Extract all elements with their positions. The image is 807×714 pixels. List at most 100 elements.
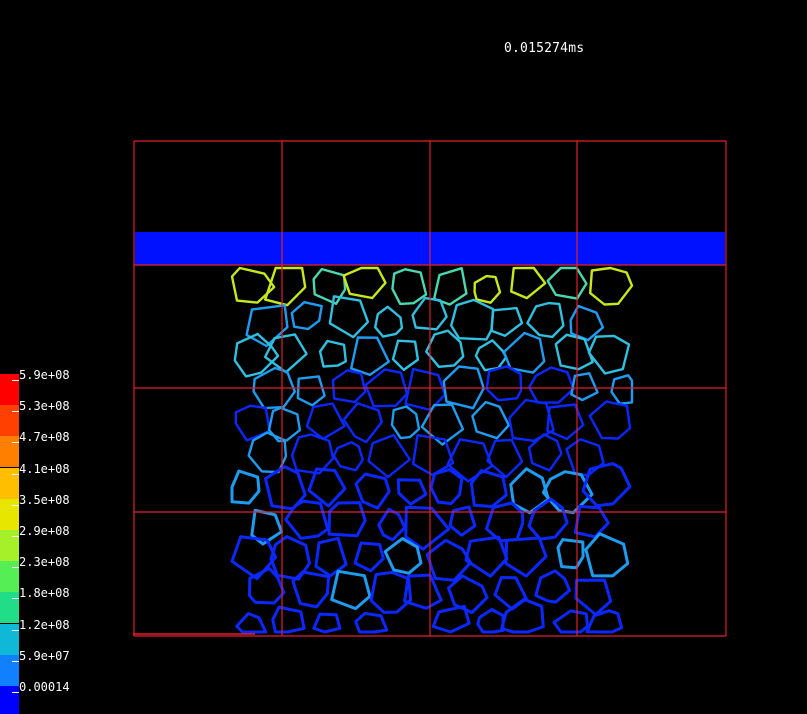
foam-cell xyxy=(230,469,261,505)
foam-cell xyxy=(312,267,347,305)
foam-cell xyxy=(296,375,326,407)
foam-cell xyxy=(354,611,389,634)
foam-cell xyxy=(396,478,428,506)
domain-grid xyxy=(133,140,727,637)
foam-cell xyxy=(390,405,421,440)
legend-swatch xyxy=(0,654,19,686)
foam-cell xyxy=(534,569,572,604)
legend-tick xyxy=(12,629,19,631)
legend-tick xyxy=(12,692,19,693)
foam-cell xyxy=(318,339,347,368)
foam-cell xyxy=(585,609,624,634)
foam-cell xyxy=(314,536,348,578)
foam-cell xyxy=(587,334,631,375)
legend-tick xyxy=(12,442,19,444)
foam-cell xyxy=(305,402,346,440)
foam-cell xyxy=(474,339,508,372)
foam-cell xyxy=(312,612,342,634)
legend-swatch xyxy=(0,561,19,593)
foam-cell xyxy=(570,372,599,402)
foam-cell xyxy=(271,605,306,634)
legend-swatch xyxy=(0,405,19,437)
foam-cell xyxy=(353,541,385,573)
legend-tick xyxy=(12,598,19,600)
legend-label: 1.8e+08 xyxy=(19,586,70,601)
foam-cell xyxy=(473,274,502,304)
foam-cell xyxy=(486,438,524,479)
foam-cell xyxy=(546,266,588,300)
foam-cell xyxy=(584,532,630,578)
legend-swatch xyxy=(0,592,19,624)
foam-cell xyxy=(565,438,605,477)
legend-label: 4.7e+08 xyxy=(19,430,70,445)
foam-cell xyxy=(485,501,525,543)
foam-cell xyxy=(556,538,585,570)
legend-tick xyxy=(12,567,19,569)
foam-cell xyxy=(546,403,585,441)
legend-label: 4.1e+08 xyxy=(19,461,70,476)
foam-cell xyxy=(574,578,613,617)
legend-tick xyxy=(12,411,19,413)
legend-label: 2.3e+08 xyxy=(19,555,70,570)
foam-cell xyxy=(248,566,286,605)
foam-cell xyxy=(230,266,276,304)
foam-cell xyxy=(284,499,330,540)
foam-cell xyxy=(291,570,331,609)
foam-cell xyxy=(391,268,428,306)
legend-swatch xyxy=(0,467,19,499)
foam-cell xyxy=(528,366,575,404)
foam-cell xyxy=(490,306,524,337)
simulation-viewport: 0.015274ms 5.9e+08 5.3e+08 4.7e+08 4.1e+08 3… xyxy=(0,0,807,714)
foam-cell xyxy=(469,469,508,508)
foam-cell xyxy=(331,369,367,404)
foam-cell xyxy=(377,507,407,542)
legend-label: 0.00014 xyxy=(19,680,70,694)
foam-cell xyxy=(307,467,347,508)
foam-cell-network xyxy=(230,266,634,634)
foam-cell xyxy=(425,538,473,582)
legend-tick xyxy=(12,660,19,662)
foam-cell xyxy=(450,298,495,341)
foam-cell xyxy=(504,536,548,578)
foam-cell xyxy=(581,462,632,508)
foam-cell xyxy=(552,609,589,634)
foam-cell xyxy=(342,402,383,444)
legend-tick xyxy=(12,536,19,537)
legend-label: 2.9e+08 xyxy=(19,524,70,538)
foam-cell xyxy=(290,301,323,331)
foam-cell xyxy=(526,301,565,339)
foam-cell xyxy=(493,576,528,611)
legend-label: 3.5e+08 xyxy=(19,492,70,507)
foam-compression-plot xyxy=(133,140,727,637)
foam-cell xyxy=(429,468,464,506)
legend-tick xyxy=(12,473,19,475)
foam-cell xyxy=(610,374,634,405)
foam-cell xyxy=(471,400,510,440)
legend-label: 1.2e+08 xyxy=(19,617,70,632)
legend-tick xyxy=(12,380,19,381)
foam-cell xyxy=(330,569,372,611)
foam-cell xyxy=(573,504,610,539)
foam-cell xyxy=(235,612,268,634)
foam-cell xyxy=(485,365,523,402)
foam-cell xyxy=(332,441,364,472)
foam-cell xyxy=(510,266,547,300)
legend-label: 5.3e+08 xyxy=(19,399,70,414)
foam-cell xyxy=(464,535,509,578)
foam-cell xyxy=(527,497,569,541)
legend-entry: 0.00014 xyxy=(0,680,90,714)
foam-cell xyxy=(391,339,420,372)
foam-cell xyxy=(476,608,505,634)
foam-cell xyxy=(442,365,485,410)
foam-cell xyxy=(569,304,605,342)
foam-cell xyxy=(327,501,367,538)
foam-cell xyxy=(230,535,278,581)
foam-cell xyxy=(264,266,307,307)
foam-cell xyxy=(290,433,335,475)
foam-cell xyxy=(374,305,404,338)
legend-swatch xyxy=(0,436,19,468)
foam-cell xyxy=(589,266,634,306)
legend-swatch xyxy=(0,498,19,530)
legend-label: 5.9e+07 xyxy=(19,648,70,663)
foam-cell xyxy=(367,433,411,479)
